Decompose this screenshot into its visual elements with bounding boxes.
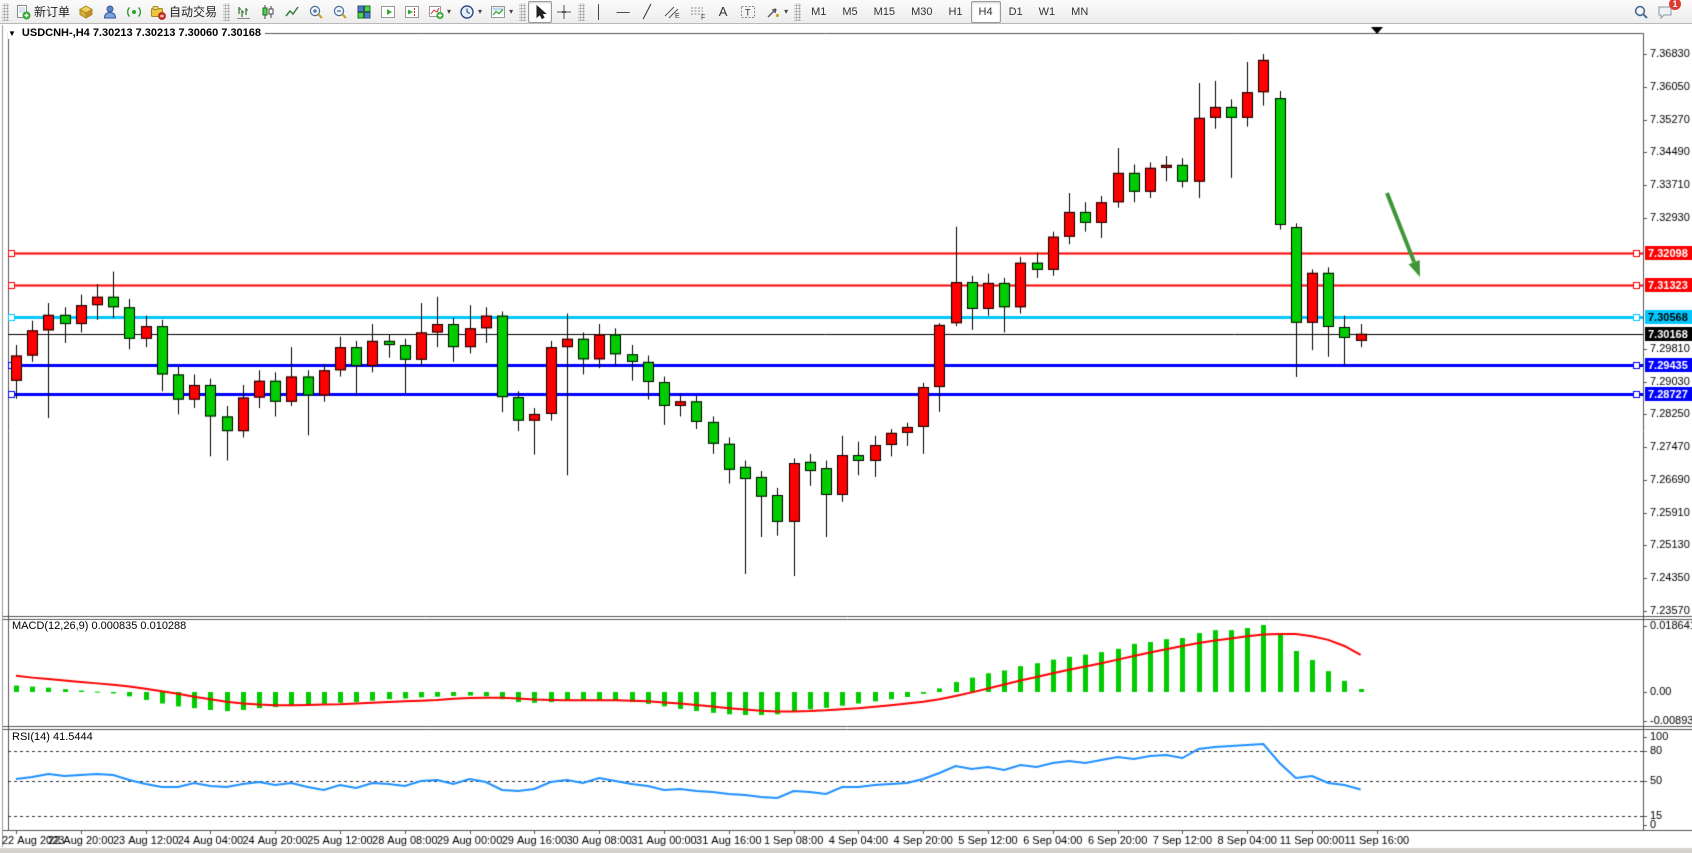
arrows-icon: [765, 4, 781, 20]
horizontal-line-icon: —: [617, 5, 630, 18]
timeframe-label: M15: [870, 6, 899, 18]
crosshair-button[interactable]: [552, 1, 576, 23]
indicators-icon: [428, 4, 444, 20]
timeframe-label: M1: [807, 6, 830, 18]
chevron-down-icon: ▾: [447, 8, 451, 16]
new-order-icon: [15, 4, 31, 20]
cursor-icon: [532, 4, 548, 20]
timeframe-toolbar: M1 M5 M15 M30 H1 H4 D1 W1 MN: [803, 1, 1096, 23]
arrows-tool-button[interactable]: ▾: [761, 1, 792, 23]
new-order-button[interactable]: 新订单: [11, 1, 74, 23]
text-tool-button[interactable]: A: [711, 1, 735, 23]
mt4-window: ▼ USDCNH-,H4 7.30213 7.30213 7.30060 7.3…: [0, 0, 1692, 853]
chevron-down-icon: ▾: [509, 8, 513, 16]
fibonacci-tool-button[interactable]: F: [685, 1, 711, 23]
signal-icon: [126, 4, 142, 20]
vertical-line-icon: │: [595, 5, 603, 18]
timeframe-label: MN: [1067, 6, 1092, 18]
market-cube-icon: [78, 4, 94, 20]
main-toolbar: 新订单: [0, 0, 1692, 24]
templates-icon: [490, 4, 506, 20]
auto-scroll-icon: [380, 4, 396, 20]
text-icon: A: [719, 5, 728, 18]
chart-shift-icon: [404, 4, 420, 20]
candle-chart-type-icon: [260, 4, 276, 20]
community-button[interactable]: [98, 1, 122, 23]
timeframe-M30-button[interactable]: M30: [903, 1, 940, 23]
auto-trading-button[interactable]: 自动交易: [146, 1, 221, 23]
text-label-tool-button[interactable]: T: [735, 1, 761, 23]
notification-badge: 1: [1669, 0, 1681, 10]
symbol-ohlc-line[interactable]: ▼ USDCNH-,H4 7.30213 7.30213 7.30060 7.3…: [8, 27, 265, 39]
timeframe-M1-button[interactable]: M1: [803, 1, 834, 23]
timeframe-label: M5: [838, 6, 861, 18]
toolbar-grip[interactable]: [2, 3, 9, 21]
toolbar-grip[interactable]: [519, 3, 526, 21]
timeframe-label: H1: [944, 6, 966, 18]
notifications-button[interactable]: 1: [1653, 1, 1678, 23]
market-cube-button[interactable]: [74, 1, 98, 23]
price-chart-canvas[interactable]: [0, 0, 1692, 853]
timeframe-label: H4: [975, 6, 997, 18]
chevron-down-icon: ▾: [784, 8, 788, 16]
toolbar-grip[interactable]: [578, 3, 585, 21]
periods-icon: [459, 4, 475, 20]
timeframe-M5-button[interactable]: M5: [834, 1, 865, 23]
zoom-out-icon: [332, 4, 348, 20]
symbol-ohlc-text: USDCNH-,H4 7.30213 7.30213 7.30060 7.301…: [22, 27, 261, 39]
channel-icon: E: [663, 4, 681, 20]
auto-trading-label: 自动交易: [169, 3, 217, 20]
zoom-out-button[interactable]: [328, 1, 352, 23]
templates-button[interactable]: ▾: [486, 1, 517, 23]
crosshair-icon: [556, 4, 572, 20]
text-label-icon: T: [739, 4, 757, 20]
zoom-in-icon: [308, 4, 324, 20]
timeframe-M15-button[interactable]: M15: [866, 1, 903, 23]
zoom-in-button[interactable]: [304, 1, 328, 23]
cursor-button[interactable]: [528, 1, 552, 23]
timeframe-W1-button[interactable]: W1: [1031, 1, 1064, 23]
timeframe-label: W1: [1035, 6, 1060, 18]
indicators-button[interactable]: ▾: [424, 1, 455, 23]
svg-text:T: T: [745, 7, 751, 17]
search-icon: [1633, 4, 1649, 20]
periods-button[interactable]: ▾: [455, 1, 486, 23]
new-order-label: 新订单: [34, 3, 70, 20]
timeframe-H4-button[interactable]: H4: [971, 1, 1001, 23]
line-chart-type-icon: [284, 4, 300, 20]
candle-chart-type-button[interactable]: [256, 1, 280, 23]
channel-tool-button[interactable]: E: [659, 1, 685, 23]
macd-indicator-label: MACD(12,26,9) 0.000835 0.010288: [12, 620, 186, 632]
tile-windows-button[interactable]: [352, 1, 376, 23]
trendline-icon: ╱: [643, 5, 651, 18]
svg-text:F: F: [701, 14, 705, 20]
fibonacci-icon: F: [689, 4, 707, 20]
horizontal-line-tool-button[interactable]: —: [611, 1, 635, 23]
chart-shift-button[interactable]: [400, 1, 424, 23]
auto-trading-icon: [150, 4, 166, 20]
timeframe-D1-button[interactable]: D1: [1001, 1, 1031, 23]
search-button[interactable]: [1629, 1, 1653, 23]
auto-scroll-button[interactable]: [376, 1, 400, 23]
bar-chart-type-button[interactable]: [232, 1, 256, 23]
collapse-triangle-icon[interactable]: ▼: [8, 29, 16, 38]
trendline-tool-button[interactable]: ╱: [635, 1, 659, 23]
toolbar-grip[interactable]: [223, 3, 230, 21]
community-icon: [102, 4, 118, 20]
toolbar-grip[interactable]: [794, 3, 801, 21]
timeframe-label: M30: [907, 6, 936, 18]
timeframe-H1-button[interactable]: H1: [940, 1, 970, 23]
vertical-line-tool-button[interactable]: │: [587, 1, 611, 23]
chevron-down-icon: ▾: [478, 8, 482, 16]
signal-button[interactable]: [122, 1, 146, 23]
line-chart-type-button[interactable]: [280, 1, 304, 23]
timeframe-MN-button[interactable]: MN: [1063, 1, 1096, 23]
rsi-indicator-label: RSI(14) 41.5444: [12, 731, 93, 743]
timeframe-label: D1: [1005, 6, 1027, 18]
tile-windows-icon: [356, 4, 372, 20]
bar-chart-type-icon: [236, 4, 252, 20]
svg-text:E: E: [675, 13, 680, 20]
